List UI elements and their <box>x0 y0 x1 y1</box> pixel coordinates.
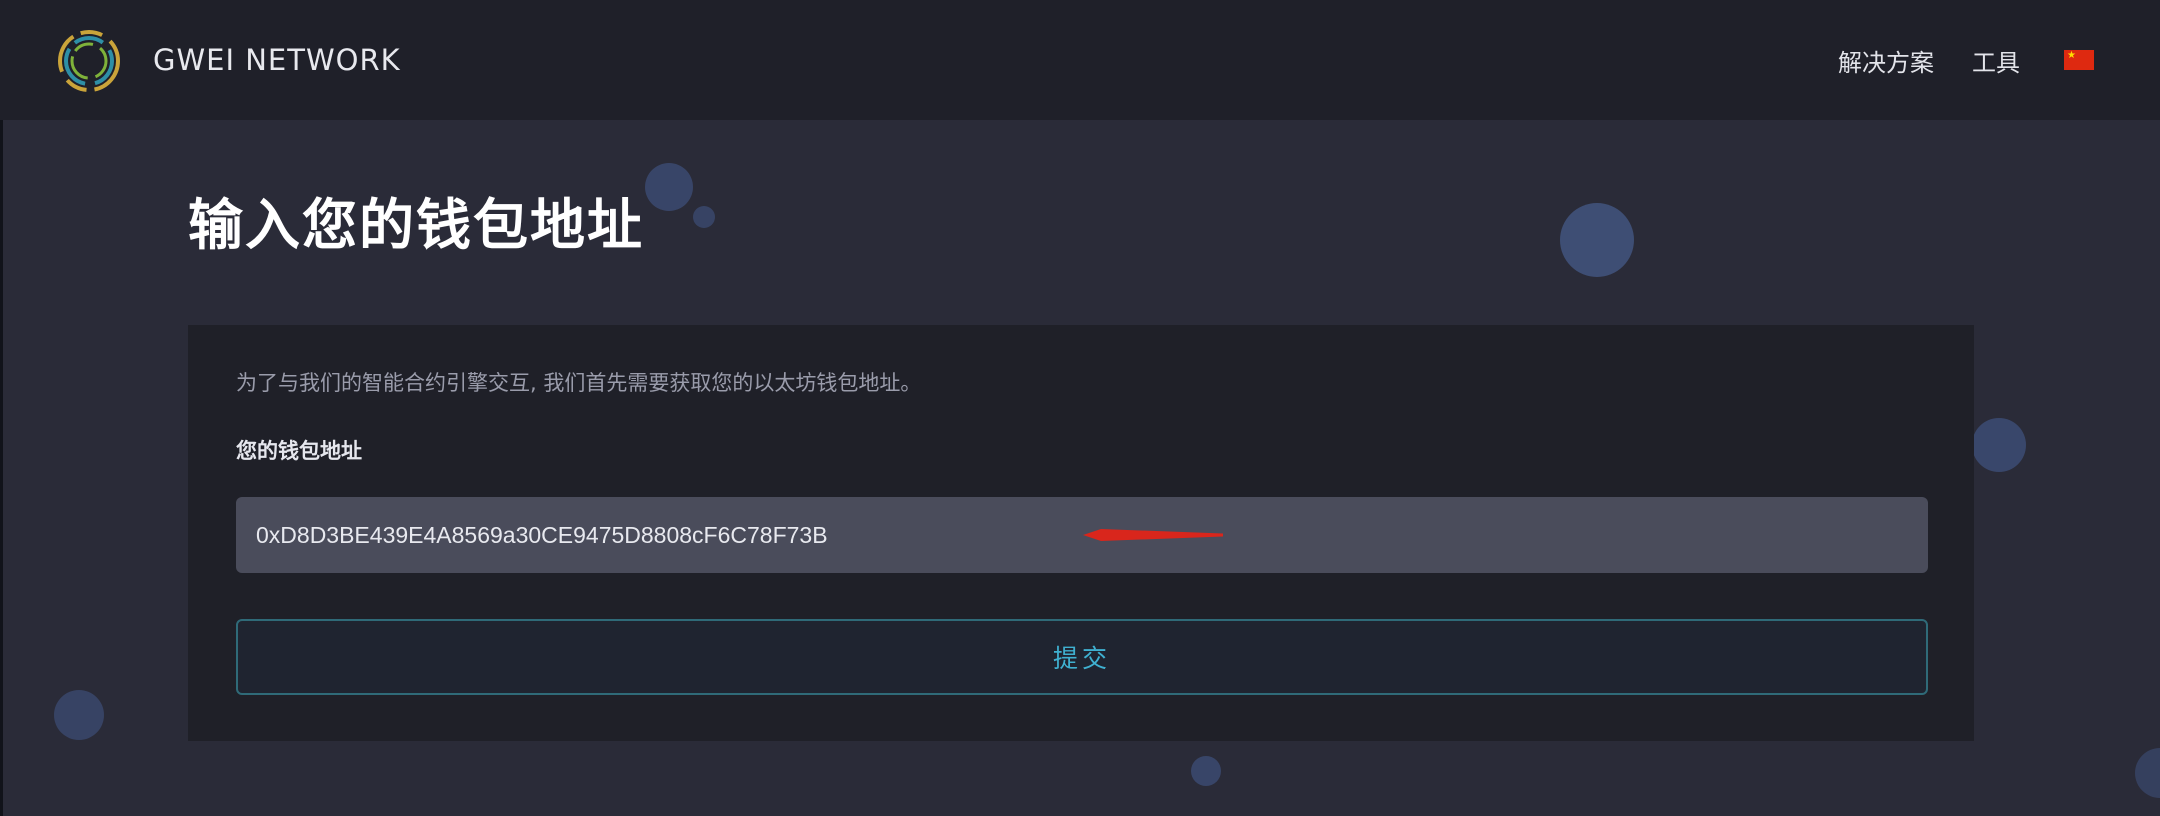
china-flag-icon[interactable]: ★ <box>2064 50 2094 70</box>
intro-text: 为了与我们的智能合约引擎交互, 我们首先需要获取您的以太坊钱包地址。 <box>236 371 922 395</box>
page-title: 输入您的钱包地址 <box>188 193 645 257</box>
decorative-bubble <box>1972 418 2026 472</box>
nav-item-solutions[interactable]: 解决方案 <box>1838 43 1934 78</box>
decorative-bubble <box>54 690 104 740</box>
main-nav: 解决方案 工具 ★ <box>1838 0 2094 120</box>
wallet-form-card: 为了与我们的智能合约引擎交互, 我们首先需要获取您的以太坊钱包地址。 您的钱包地… <box>188 325 1974 741</box>
nav-item-tools[interactable]: 工具 <box>1972 43 2020 78</box>
brand-name[interactable]: GWEI NETWORK <box>153 0 401 120</box>
gwei-logo-icon[interactable] <box>55 27 123 95</box>
flag-star-icon: ★ <box>2067 50 2076 61</box>
window-left-edge <box>0 0 3 816</box>
red-arrow-annotation-icon <box>1083 529 1223 541</box>
wallet-address-label: 您的钱包地址 <box>236 439 362 463</box>
decorative-bubble <box>645 163 693 211</box>
wallet-address-input[interactable] <box>236 497 1928 573</box>
top-navbar: GWEI NETWORK 解决方案 工具 ★ <box>0 0 2160 120</box>
submit-button[interactable]: 提交 <box>236 619 1928 695</box>
decorative-bubble <box>1560 203 1634 277</box>
decorative-bubble <box>2135 748 2160 798</box>
decorative-bubble <box>1191 756 1221 786</box>
decorative-bubble <box>693 206 715 228</box>
